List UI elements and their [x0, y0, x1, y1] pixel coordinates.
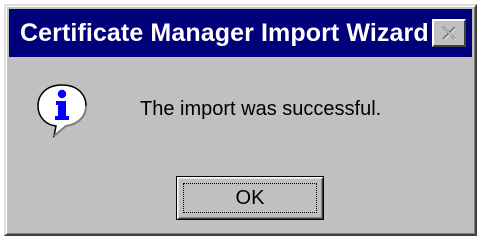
window-title: Certificate Manager Import Wizard — [20, 18, 429, 47]
message-dialog: Certificate Manager Import Wizard The im… — [4, 4, 477, 236]
ok-button-label: OK — [235, 186, 265, 209]
close-icon — [442, 26, 457, 40]
close-button[interactable] — [432, 19, 466, 47]
ok-button[interactable]: OK — [176, 176, 324, 220]
info-icon — [37, 84, 87, 138]
message-text: The import was successful. — [140, 98, 382, 120]
title-bar[interactable]: Certificate Manager Import Wizard — [9, 9, 472, 57]
